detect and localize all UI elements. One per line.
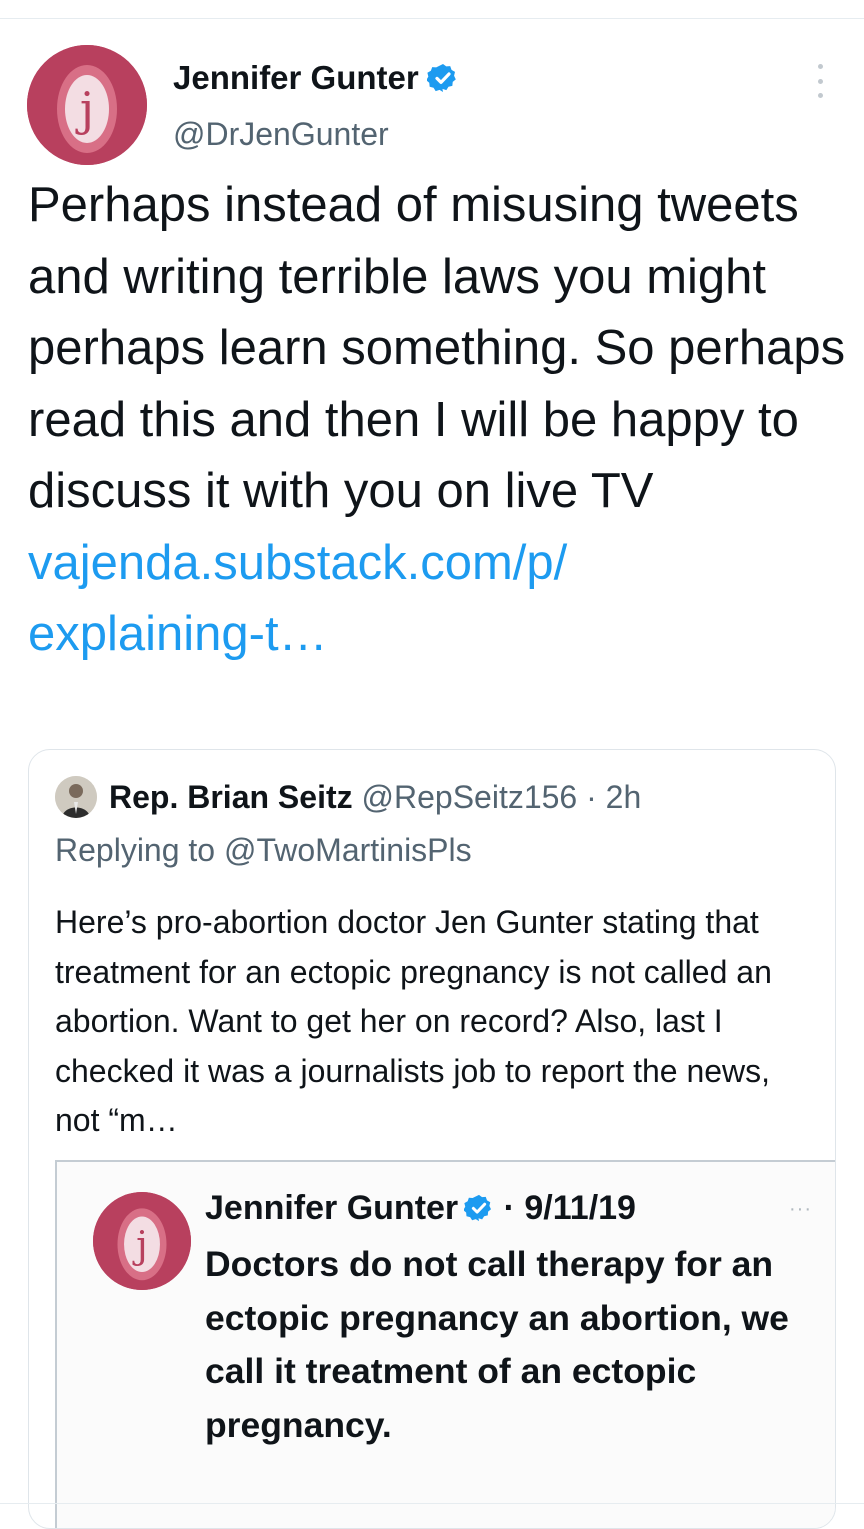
quoted-meta: @RepSeitz156 · 2h xyxy=(361,779,642,815)
nested-date: · 9/11/19 xyxy=(503,1189,636,1227)
more-options-icon[interactable] xyxy=(806,64,834,98)
quoted-header: Rep. Brian Seitz @RepSeitz156 · 2h xyxy=(109,775,641,819)
tweet-text: Perhaps instead of misusing tweets and w… xyxy=(28,178,846,518)
quoted-tweet-card[interactable]: Rep. Brian Seitz @RepSeitz156 · 2h Reply… xyxy=(28,749,836,1529)
author-name-text: Jennifer Gunter xyxy=(173,59,419,96)
tweet-link[interactable]: vajenda.substack.com/p/ explaining-t… xyxy=(28,528,848,671)
quoted-author-avatar[interactable] xyxy=(55,776,97,818)
author-name[interactable]: Jennifer Gunter xyxy=(173,58,459,98)
verified-badge-icon xyxy=(426,64,456,92)
top-divider xyxy=(0,18,864,19)
verified-badge-icon xyxy=(464,1194,492,1222)
avatar-logo-icon: j xyxy=(27,45,147,165)
tweet-link-line2: explaining-t… xyxy=(28,607,328,661)
nested-author-avatar[interactable]: j xyxy=(93,1192,191,1290)
author-handle[interactable]: @DrJenGunter xyxy=(173,114,389,154)
replying-to: Replying to @TwoMartinisPls xyxy=(55,832,472,868)
nested-quoted-tweet[interactable]: j Jennifer Gunter · 9/11/19 ··· Doctors … xyxy=(55,1160,835,1528)
nested-more-icon[interactable]: ··· xyxy=(789,1198,812,1221)
author-avatar[interactable]: j xyxy=(27,45,147,165)
tweet-link-line1: vajenda.substack.com/p/ xyxy=(28,535,568,590)
quoted-text: Here’s pro-abortion doctor Jen Gunter st… xyxy=(55,904,772,1138)
nested-header: Jennifer Gunter · 9/11/19 xyxy=(205,1186,636,1230)
nested-text: Doctors do not call therapy for an ectop… xyxy=(205,1244,789,1445)
avatar-logo-icon: j xyxy=(93,1192,191,1290)
tweet-body: Perhaps instead of misusing tweets and w… xyxy=(28,170,848,671)
quoted-author-name[interactable]: Rep. Brian Seitz xyxy=(109,779,353,815)
bottom-divider xyxy=(0,1503,864,1504)
nested-author-name[interactable]: Jennifer Gunter xyxy=(205,1189,458,1227)
person-photo-icon xyxy=(55,776,97,818)
